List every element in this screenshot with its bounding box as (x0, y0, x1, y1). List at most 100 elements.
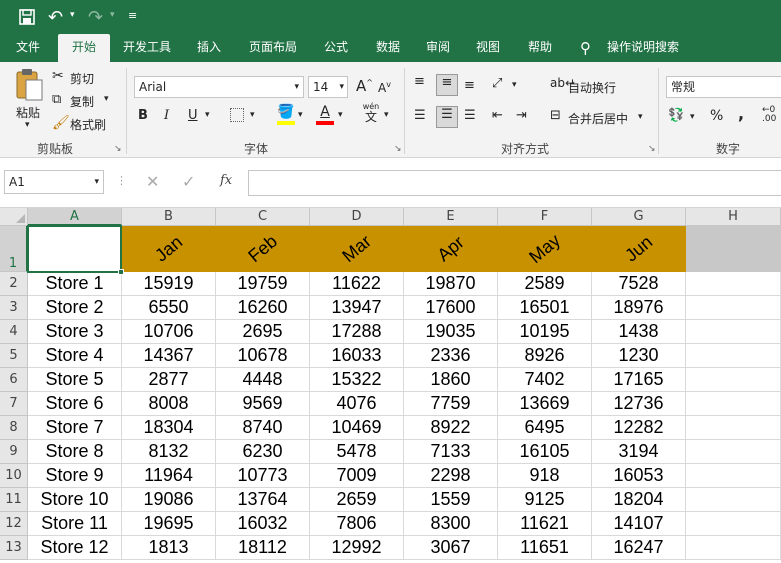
tab-formulas[interactable]: 公式 (314, 34, 358, 62)
bold-button[interactable]: B (138, 108, 148, 123)
sales-cell[interactable]: 7759 (404, 392, 498, 416)
sales-cell[interactable]: 14107 (592, 512, 686, 536)
store-name-cell[interactable]: Store 3 (28, 320, 122, 344)
sales-cell[interactable]: 2589 (498, 272, 592, 296)
store-name-cell[interactable]: Store 6 (28, 392, 122, 416)
store-name-cell[interactable]: Store 11 (28, 512, 122, 536)
font-color-icon[interactable]: A (316, 104, 334, 126)
row-header[interactable]: 5 (0, 344, 28, 368)
empty-cell[interactable] (686, 464, 781, 488)
cancel-icon[interactable]: ✕ (146, 172, 159, 191)
increase-indent-icon[interactable]: ⇥ (516, 108, 527, 123)
month-header-cell[interactable]: Mar (310, 226, 404, 272)
empty-cell[interactable] (686, 296, 781, 320)
orientation-icon[interactable]: ⤢ (492, 76, 502, 91)
align-left-icon[interactable]: ☰ (414, 108, 426, 123)
sales-cell[interactable]: 12736 (592, 392, 686, 416)
tab-review[interactable]: 审阅 (416, 34, 460, 62)
copy-button[interactable]: 复制 (70, 93, 94, 110)
insert-function-icon[interactable]: fx (220, 173, 232, 188)
undo-icon[interactable]: ↶ (48, 7, 70, 28)
sales-cell[interactable]: 11651 (498, 536, 592, 560)
underline-button[interactable]: U (188, 108, 198, 123)
column-header[interactable]: A (28, 208, 122, 226)
month-header-cell[interactable]: Apr (404, 226, 498, 272)
sales-cell[interactable]: 2298 (404, 464, 498, 488)
decrease-indent-icon[interactable]: ⇤ (492, 108, 503, 123)
align-top-icon[interactable]: ≡ (414, 74, 425, 89)
sales-cell[interactable]: 17165 (592, 368, 686, 392)
sales-cell[interactable]: 18976 (592, 296, 686, 320)
empty-cell[interactable] (686, 440, 781, 464)
sales-cell[interactable]: 1860 (404, 368, 498, 392)
tab-data[interactable]: 数据 (366, 34, 410, 62)
sales-cell[interactable]: 18204 (592, 488, 686, 512)
sales-cell[interactable]: 8922 (404, 416, 498, 440)
comma-button[interactable]: , (738, 104, 744, 123)
sales-cell[interactable]: 10773 (216, 464, 310, 488)
sales-cell[interactable]: 16053 (592, 464, 686, 488)
empty-cell[interactable] (686, 392, 781, 416)
store-name-cell[interactable]: Store 10 (28, 488, 122, 512)
sales-cell[interactable]: 19695 (122, 512, 216, 536)
sales-cell[interactable]: 6550 (122, 296, 216, 320)
sales-cell[interactable]: 8300 (404, 512, 498, 536)
column-header[interactable]: G (592, 208, 686, 226)
sales-cell[interactable]: 1230 (592, 344, 686, 368)
row-header[interactable]: 4 (0, 320, 28, 344)
row-header[interactable]: 12 (0, 512, 28, 536)
wrap-text-button[interactable]: 自动换行 (568, 79, 616, 96)
sales-cell[interactable]: 7009 (310, 464, 404, 488)
tab-help[interactable]: 帮助 (518, 34, 562, 62)
increase-decimal-icon[interactable]: ←0.00 (762, 106, 776, 124)
empty-cell[interactable] (686, 488, 781, 512)
merge-center-button[interactable]: 合并后居中 (568, 110, 628, 127)
name-box[interactable]: A1 ▾ (4, 170, 104, 194)
row-header[interactable]: 8 (0, 416, 28, 440)
store-name-cell[interactable]: Store 2 (28, 296, 122, 320)
font-launcher-icon[interactable]: ↘ (394, 144, 402, 154)
currency-icon[interactable]: 💱 (668, 108, 684, 123)
tab-home[interactable]: 开始 (58, 34, 110, 62)
cut-button[interactable]: 剪切 (70, 70, 94, 87)
sales-cell[interactable]: 10678 (216, 344, 310, 368)
tab-view[interactable]: 视图 (466, 34, 510, 62)
sales-cell[interactable]: 6230 (216, 440, 310, 464)
store-name-cell[interactable]: Store 7 (28, 416, 122, 440)
undo-dropdown-icon[interactable]: ▾ (70, 10, 75, 20)
month-header-cell[interactable]: Jan (122, 226, 216, 272)
sales-cell[interactable]: 11621 (498, 512, 592, 536)
row-header[interactable]: 6 (0, 368, 28, 392)
sales-cell[interactable]: 14367 (122, 344, 216, 368)
row-header[interactable]: 9 (0, 440, 28, 464)
align-right-icon[interactable]: ☰ (464, 108, 476, 123)
sales-cell[interactable]: 18304 (122, 416, 216, 440)
sales-cell[interactable]: 10469 (310, 416, 404, 440)
borders-icon[interactable] (230, 108, 244, 122)
sales-cell[interactable]: 11622 (310, 272, 404, 296)
row-header[interactable]: 2 (0, 272, 28, 296)
tab-file[interactable]: 文件 (6, 34, 50, 62)
sales-cell[interactable]: 12992 (310, 536, 404, 560)
italic-button[interactable]: I (164, 108, 169, 123)
sales-cell[interactable]: 8132 (122, 440, 216, 464)
sales-cell[interactable]: 16032 (216, 512, 310, 536)
paste-dropdown-icon[interactable]: ▾ (25, 120, 30, 130)
sales-cell[interactable]: 19086 (122, 488, 216, 512)
alignment-launcher-icon[interactable]: ↘ (648, 144, 656, 154)
month-header-cell[interactable]: Feb (216, 226, 310, 272)
sales-cell[interactable]: 9125 (498, 488, 592, 512)
sales-cell[interactable]: 16033 (310, 344, 404, 368)
empty-cell[interactable] (686, 272, 781, 296)
sales-cell[interactable]: 19759 (216, 272, 310, 296)
month-header-cell[interactable]: May (498, 226, 592, 272)
sales-cell[interactable]: 8926 (498, 344, 592, 368)
select-all-corner[interactable] (0, 208, 28, 226)
sales-cell[interactable]: 17600 (404, 296, 498, 320)
tab-page-layout[interactable]: 页面布局 (240, 34, 306, 62)
row-header[interactable]: 7 (0, 392, 28, 416)
grow-font-icon[interactable]: A^ (356, 77, 373, 95)
sales-cell[interactable]: 8740 (216, 416, 310, 440)
align-middle-icon[interactable]: ≡ (436, 74, 458, 96)
empty-cell[interactable] (686, 416, 781, 440)
